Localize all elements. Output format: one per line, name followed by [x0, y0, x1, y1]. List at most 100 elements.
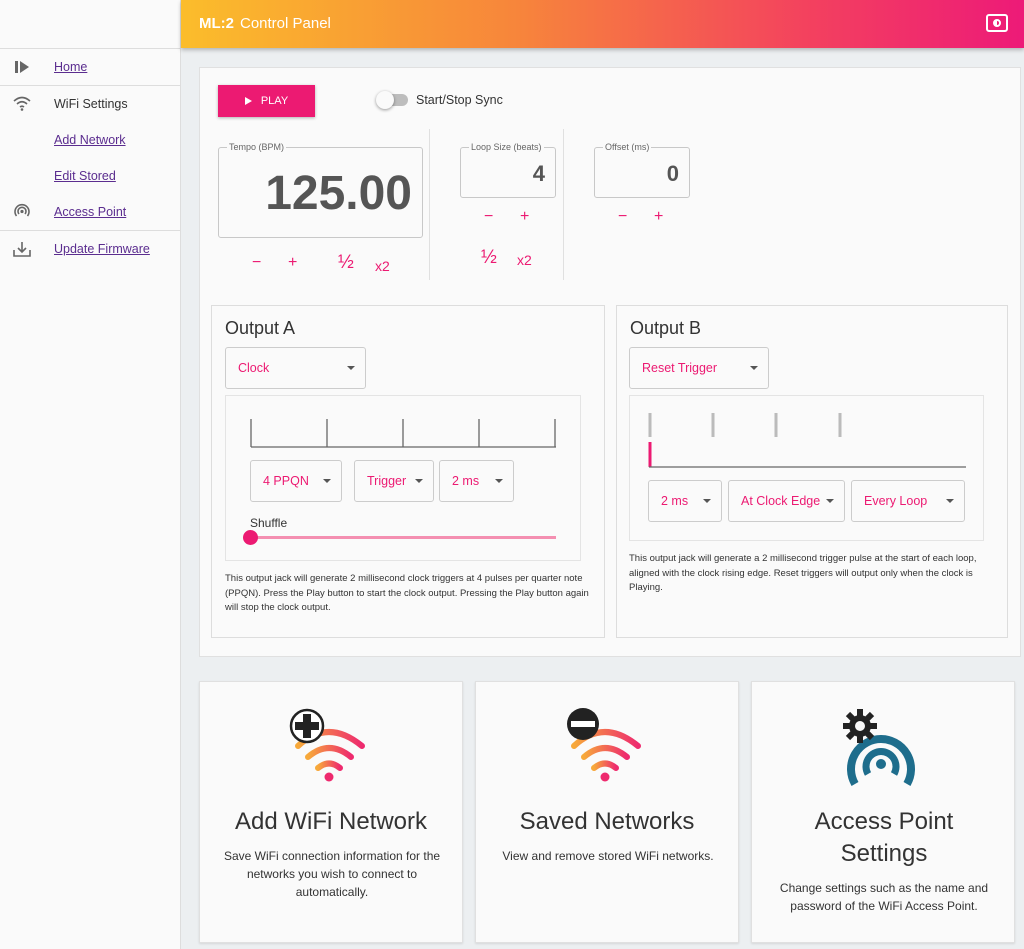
sidebar-item-label[interactable]: Update Firmware: [54, 242, 150, 256]
tempo-increment-button[interactable]: +: [288, 254, 297, 272]
output-b-mode-value: Reset Trigger: [642, 361, 718, 375]
sidebar-item-label[interactable]: Home: [54, 60, 87, 74]
tempo-field[interactable]: Tempo (BPM) 125.00: [218, 142, 423, 238]
card-description: View and remove stored WiFi networks.: [502, 849, 714, 863]
output-b-description: This output jack will generate a 2 milli…: [629, 553, 977, 593]
sidebar-item-access-point[interactable]: Access Point: [0, 194, 180, 230]
output-a-settings: 4 PPQN Trigger 2 ms Shuffle: [225, 395, 581, 561]
sidebar: Home WiFi Settings Add Network Edit Stor…: [0, 0, 181, 949]
output-a-description: This output jack will generate 2 millise…: [225, 573, 589, 613]
play-pause-icon: [15, 61, 29, 73]
output-b-frequency-value: Every Loop: [864, 494, 928, 508]
sidebar-item-label[interactable]: Add Network: [54, 133, 126, 147]
access-point-settings-icon: [843, 709, 915, 786]
card-description: Save WiFi connection information for the…: [223, 849, 441, 899]
sidebar-item-add-network[interactable]: Add Network: [0, 122, 180, 158]
divider: [429, 129, 430, 280]
sync-toggle[interactable]: [376, 91, 408, 109]
loop-increment-button[interactable]: +: [520, 208, 529, 226]
toggle-knob[interactable]: [376, 91, 394, 109]
output-b-timing-value: At Clock Edge: [741, 494, 821, 508]
sync-label: Start/Stop Sync: [416, 93, 503, 107]
output-b-mode-select[interactable]: Reset Trigger: [629, 347, 769, 389]
app-header: ML:2 Control Panel: [181, 0, 1024, 48]
offset-field[interactable]: Offset (ms) 0: [594, 142, 690, 198]
play-icon: [244, 97, 252, 105]
add-wifi-card[interactable]: Add WiFi Network Save WiFi connection in…: [199, 681, 463, 943]
app-title: Control Panel: [240, 15, 331, 32]
chevron-down-icon: [415, 479, 423, 483]
offset-decrement-button[interactable]: −: [618, 208, 627, 226]
control-panel: PLAY Start/Stop Sync Tempo (BPM) 125.00 …: [199, 67, 1021, 657]
chevron-down-icon: [495, 479, 503, 483]
output-a-title: Output A: [225, 318, 296, 338]
sidebar-item-label[interactable]: Access Point: [54, 205, 126, 219]
output-a-mode-select[interactable]: Clock: [225, 347, 366, 389]
chevron-down-icon: [703, 499, 711, 503]
output-b-width-select[interactable]: 2 ms: [648, 480, 722, 522]
shuffle-slider-thumb[interactable]: [243, 530, 258, 545]
chevron-down-icon: [750, 366, 758, 370]
saved-networks-card[interactable]: Saved Networks View and remove stored Wi…: [475, 681, 739, 943]
theme-toggle-icon[interactable]: [986, 14, 1008, 32]
output-b-frequency-select[interactable]: Every Loop: [851, 480, 965, 522]
tempo-double-button[interactable]: x2: [375, 258, 390, 274]
clock-waveform: [250, 419, 556, 448]
loop-size-field[interactable]: Loop Size (beats) 4: [460, 142, 556, 198]
loop-size-value[interactable]: 4: [533, 161, 545, 187]
loop-decrement-button[interactable]: −: [484, 208, 493, 226]
output-a-width-select[interactable]: 2 ms: [439, 460, 514, 502]
play-button[interactable]: PLAY: [218, 85, 315, 117]
wifi-remove-icon: [567, 708, 641, 782]
reset-trigger-waveform: [648, 413, 966, 468]
output-b-title: Output B: [630, 318, 702, 338]
sidebar-item-label: WiFi Settings: [54, 97, 128, 111]
loop-double-button[interactable]: x2: [517, 252, 532, 268]
output-b-width-value: 2 ms: [661, 494, 689, 508]
chevron-down-icon: [946, 499, 954, 503]
play-label: PLAY: [260, 95, 289, 107]
tempo-half-button[interactable]: ½: [338, 252, 354, 274]
card-title: Access Point Settings: [814, 808, 954, 867]
download-icon: [13, 242, 31, 257]
card-description: Change settings such as the name and pas…: [779, 881, 989, 913]
wifi-icon: [13, 96, 31, 111]
shuffle-slider[interactable]: [250, 536, 556, 539]
page-title: ML:2 Control Panel: [199, 15, 331, 32]
sidebar-item-update-firmware[interactable]: Update Firmware: [0, 231, 180, 267]
sidebar-item-home[interactable]: Home: [0, 49, 180, 85]
offset-increment-button[interactable]: +: [654, 208, 663, 226]
card-title: Saved Networks: [519, 808, 695, 835]
chevron-down-icon: [826, 499, 834, 503]
chevron-down-icon: [323, 479, 331, 483]
ppqn-value: 4 PPQN: [263, 474, 309, 488]
sidebar-item-edit-stored[interactable]: Edit Stored: [0, 158, 180, 194]
output-b-settings: 2 ms At Clock Edge Every Loop: [629, 395, 984, 541]
offset-value[interactable]: 0: [667, 161, 679, 187]
tempo-value[interactable]: 125.00: [265, 166, 412, 221]
tempo-label: Tempo (BPM): [227, 142, 287, 152]
brand-name: ML:2: [199, 15, 234, 32]
ppqn-select[interactable]: 4 PPQN: [250, 460, 342, 502]
output-a-mode-value: Clock: [238, 361, 270, 375]
output-a-width-value: 2 ms: [452, 474, 480, 488]
output-a-card: Output A Clock 4 PPQN Trigger 2 ms Shuff…: [211, 305, 605, 638]
output-a-type-select[interactable]: Trigger: [354, 460, 434, 502]
tempo-decrement-button[interactable]: −: [252, 254, 261, 272]
chevron-down-icon: [347, 366, 355, 370]
loop-size-label: Loop Size (beats): [469, 142, 544, 152]
sidebar-item-label[interactable]: Edit Stored: [54, 169, 116, 183]
gear-icon: [843, 709, 877, 743]
loop-half-button[interactable]: ½: [481, 247, 497, 269]
sidebar-item-wifi-settings[interactable]: WiFi Settings: [0, 86, 180, 122]
shuffle-label: Shuffle: [250, 516, 288, 530]
output-b-timing-select[interactable]: At Clock Edge: [728, 480, 845, 522]
wifi-add-icon: [289, 708, 365, 782]
sidebar-nav: Home WiFi Settings Add Network Edit Stor…: [0, 48, 180, 267]
access-point-card[interactable]: Access Point Settings Change settings su…: [751, 681, 1015, 943]
output-b-card: Output B Reset Trigger 2 ms At Clock Edg…: [616, 305, 1008, 638]
access-point-icon: [14, 203, 30, 217]
divider: [563, 129, 564, 280]
offset-label: Offset (ms): [603, 142, 652, 152]
output-a-type-value: Trigger: [367, 474, 407, 488]
